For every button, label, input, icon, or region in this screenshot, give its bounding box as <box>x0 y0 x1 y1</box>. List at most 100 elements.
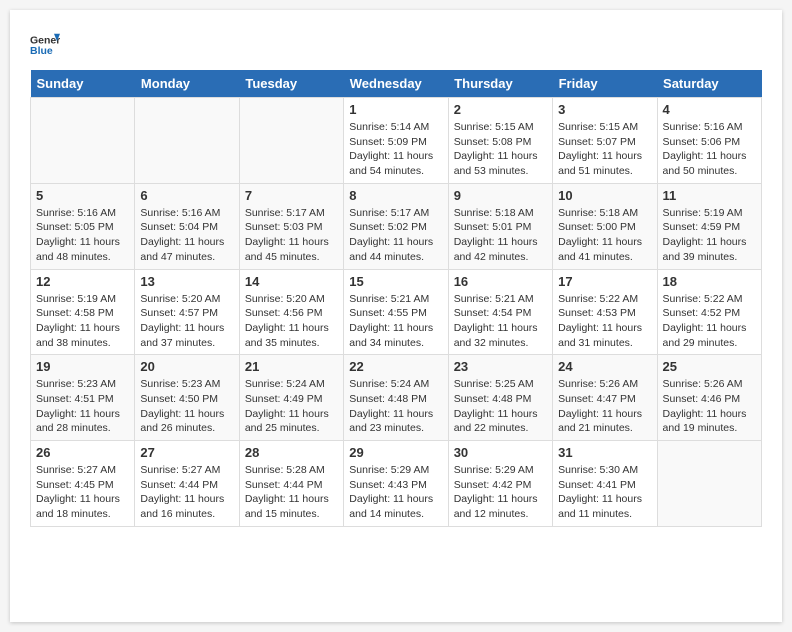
day-info: Sunrise: 5:21 AMSunset: 4:55 PMDaylight:… <box>349 292 442 351</box>
week-row-4: 19 Sunrise: 5:23 AMSunset: 4:51 PMDayligh… <box>31 355 762 441</box>
day-number: 11 <box>663 188 756 203</box>
calendar-table: SundayMondayTuesdayWednesdayThursdayFrid… <box>30 70 762 527</box>
day-cell: 3 Sunrise: 5:15 AMSunset: 5:07 PMDaylight… <box>553 98 657 184</box>
day-info: Sunrise: 5:21 AMSunset: 4:54 PMDaylight:… <box>454 292 547 351</box>
day-info: Sunrise: 5:26 AMSunset: 4:47 PMDaylight:… <box>558 377 651 436</box>
day-number: 13 <box>140 274 233 289</box>
day-number: 1 <box>349 102 442 117</box>
day-number: 27 <box>140 445 233 460</box>
day-number: 26 <box>36 445 129 460</box>
day-cell: 12Sunrise: 5:19 AMSunset: 4:58 PMDayligh… <box>31 269 135 355</box>
day-number: 14 <box>245 274 338 289</box>
day-cell <box>239 98 343 184</box>
day-number: 2 <box>454 102 547 117</box>
week-row-1: 1 Sunrise: 5:14 AMSunset: 5:09 PMDaylight… <box>31 98 762 184</box>
day-number: 22 <box>349 359 442 374</box>
day-cell: 23Sunrise: 5:25 AMSunset: 4:48 PMDayligh… <box>448 355 552 441</box>
day-info: Sunrise: 5:28 AMSunset: 4:44 PMDaylight:… <box>245 463 338 522</box>
day-cell: 28 Sunrise: 5:28 AMSunset: 4:44 PMDayligh… <box>239 441 343 527</box>
day-cell: 29 Sunrise: 5:29 AMSunset: 4:43 PMDayligh… <box>344 441 448 527</box>
day-cell: 20 Sunrise: 5:23 AMSunset: 4:50 PMDayligh… <box>135 355 239 441</box>
logo: General Blue <box>30 30 60 60</box>
day-number: 7 <box>245 188 338 203</box>
day-number: 15 <box>349 274 442 289</box>
day-cell: 4Sunrise: 5:16 AMSunset: 5:06 PMDaylight… <box>657 98 761 184</box>
day-cell: 7 Sunrise: 5:17 AMSunset: 5:03 PMDaylight… <box>239 183 343 269</box>
week-row-3: 12Sunrise: 5:19 AMSunset: 4:58 PMDayligh… <box>31 269 762 355</box>
day-info: Sunrise: 5:24 AMSunset: 4:49 PMDaylight:… <box>245 377 338 436</box>
day-info: Sunrise: 5:23 AMSunset: 4:50 PMDaylight:… <box>140 377 233 436</box>
day-cell: 9 Sunrise: 5:18 AMSunset: 5:01 PMDaylight… <box>448 183 552 269</box>
day-cell: 11Sunrise: 5:19 AMSunset: 4:59 PMDayligh… <box>657 183 761 269</box>
day-info: Sunrise: 5:14 AMSunset: 5:09 PMDaylight:… <box>349 120 442 179</box>
day-info: Sunrise: 5:18 AMSunset: 5:01 PMDaylight:… <box>454 206 547 265</box>
day-cell: 31 Sunrise: 5:30 AMSunset: 4:41 PMDayligh… <box>553 441 657 527</box>
day-info: Sunrise: 5:23 AMSunset: 4:51 PMDaylight:… <box>36 377 129 436</box>
day-number: 31 <box>558 445 651 460</box>
day-cell: 2Sunrise: 5:15 AMSunset: 5:08 PMDaylight… <box>448 98 552 184</box>
day-info: Sunrise: 5:16 AMSunset: 5:05 PMDaylight:… <box>36 206 129 265</box>
day-info: Sunrise: 5:29 AMSunset: 4:43 PMDaylight:… <box>349 463 442 522</box>
day-info: Sunrise: 5:30 AMSunset: 4:41 PMDaylight:… <box>558 463 651 522</box>
day-info: Sunrise: 5:29 AMSunset: 4:42 PMDaylight:… <box>454 463 547 522</box>
day-cell <box>31 98 135 184</box>
calendar-container: General Blue SundayMondayTuesdayWednesda… <box>10 10 782 622</box>
day-info: Sunrise: 5:24 AMSunset: 4:48 PMDaylight:… <box>349 377 442 436</box>
day-info: Sunrise: 5:17 AMSunset: 5:02 PMDaylight:… <box>349 206 442 265</box>
day-number: 8 <box>349 188 442 203</box>
day-info: Sunrise: 5:20 AMSunset: 4:56 PMDaylight:… <box>245 292 338 351</box>
day-info: Sunrise: 5:19 AMSunset: 4:58 PMDaylight:… <box>36 292 129 351</box>
day-cell: 25 Sunrise: 5:26 AMSunset: 4:46 PMDayligh… <box>657 355 761 441</box>
day-cell: 18 Sunrise: 5:22 AMSunset: 4:52 PMDayligh… <box>657 269 761 355</box>
day-cell: 16Sunrise: 5:21 AMSunset: 4:54 PMDayligh… <box>448 269 552 355</box>
day-info: Sunrise: 5:15 AMSunset: 5:07 PMDaylight:… <box>558 120 651 179</box>
weekday-header-friday: Friday <box>553 70 657 98</box>
day-number: 19 <box>36 359 129 374</box>
day-info: Sunrise: 5:22 AMSunset: 4:52 PMDaylight:… <box>663 292 756 351</box>
day-cell: 14 Sunrise: 5:20 AMSunset: 4:56 PMDayligh… <box>239 269 343 355</box>
day-cell <box>657 441 761 527</box>
day-cell <box>135 98 239 184</box>
weekday-header-tuesday: Tuesday <box>239 70 343 98</box>
day-number: 30 <box>454 445 547 460</box>
day-info: Sunrise: 5:22 AMSunset: 4:53 PMDaylight:… <box>558 292 651 351</box>
weekday-header-sunday: Sunday <box>31 70 135 98</box>
day-cell: 21Sunrise: 5:24 AMSunset: 4:49 PMDayligh… <box>239 355 343 441</box>
day-number: 28 <box>245 445 338 460</box>
header: General Blue <box>30 30 762 60</box>
day-info: Sunrise: 5:16 AMSunset: 5:06 PMDaylight:… <box>663 120 756 179</box>
day-number: 18 <box>663 274 756 289</box>
day-cell: 26 Sunrise: 5:27 AMSunset: 4:45 PMDayligh… <box>31 441 135 527</box>
day-number: 29 <box>349 445 442 460</box>
day-cell: 27 Sunrise: 5:27 AMSunset: 4:44 PMDayligh… <box>135 441 239 527</box>
day-cell: 8 Sunrise: 5:17 AMSunset: 5:02 PMDaylight… <box>344 183 448 269</box>
day-info: Sunrise: 5:18 AMSunset: 5:00 PMDaylight:… <box>558 206 651 265</box>
day-info: Sunrise: 5:20 AMSunset: 4:57 PMDaylight:… <box>140 292 233 351</box>
day-info: Sunrise: 5:27 AMSunset: 4:45 PMDaylight:… <box>36 463 129 522</box>
day-cell: 19 Sunrise: 5:23 AMSunset: 4:51 PMDayligh… <box>31 355 135 441</box>
week-row-5: 26 Sunrise: 5:27 AMSunset: 4:45 PMDayligh… <box>31 441 762 527</box>
day-cell: 30 Sunrise: 5:29 AMSunset: 4:42 PMDayligh… <box>448 441 552 527</box>
day-cell: 10 Sunrise: 5:18 AMSunset: 5:00 PMDayligh… <box>553 183 657 269</box>
day-cell: 22 Sunrise: 5:24 AMSunset: 4:48 PMDayligh… <box>344 355 448 441</box>
weekday-header-saturday: Saturday <box>657 70 761 98</box>
day-number: 9 <box>454 188 547 203</box>
day-number: 10 <box>558 188 651 203</box>
day-cell: 5 Sunrise: 5:16 AMSunset: 5:05 PMDaylight… <box>31 183 135 269</box>
day-info: Sunrise: 5:27 AMSunset: 4:44 PMDaylight:… <box>140 463 233 522</box>
day-cell: 17Sunrise: 5:22 AMSunset: 4:53 PMDayligh… <box>553 269 657 355</box>
day-number: 25 <box>663 359 756 374</box>
day-cell: 13 Sunrise: 5:20 AMSunset: 4:57 PMDayligh… <box>135 269 239 355</box>
day-number: 5 <box>36 188 129 203</box>
day-info: Sunrise: 5:16 AMSunset: 5:04 PMDaylight:… <box>140 206 233 265</box>
weekday-header-thursday: Thursday <box>448 70 552 98</box>
day-number: 24 <box>558 359 651 374</box>
weekday-header-wednesday: Wednesday <box>344 70 448 98</box>
day-cell: 24 Sunrise: 5:26 AMSunset: 4:47 PMDayligh… <box>553 355 657 441</box>
day-number: 20 <box>140 359 233 374</box>
weekday-header-monday: Monday <box>135 70 239 98</box>
day-info: Sunrise: 5:17 AMSunset: 5:03 PMDaylight:… <box>245 206 338 265</box>
day-number: 3 <box>558 102 651 117</box>
day-info: Sunrise: 5:26 AMSunset: 4:46 PMDaylight:… <box>663 377 756 436</box>
day-info: Sunrise: 5:25 AMSunset: 4:48 PMDaylight:… <box>454 377 547 436</box>
